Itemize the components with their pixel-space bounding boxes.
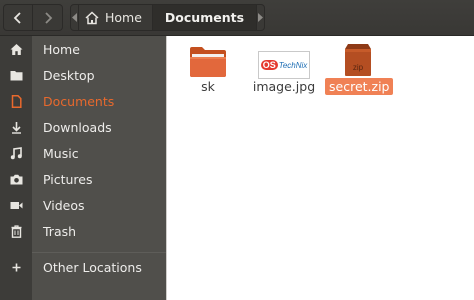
sidebar-divider: [32, 252, 166, 253]
home-icon: [0, 36, 32, 62]
sidebar-item-music[interactable]: Music: [0, 140, 166, 166]
chevron-left-icon: [13, 11, 21, 24]
breadcrumb-documents-label: Documents: [164, 10, 245, 25]
document-icon: [0, 88, 32, 114]
sidebar-item-label: Other Locations: [43, 259, 142, 275]
header-bar: Home Documents: [0, 0, 474, 36]
navigation-buttons: [3, 4, 63, 31]
back-button[interactable]: [3, 4, 33, 31]
file-name: sk: [201, 79, 215, 94]
archive-icon-label: zip: [353, 63, 364, 72]
sidebar-item-label: Documents: [43, 93, 115, 109]
home-icon: [85, 10, 99, 24]
sidebar: Home Desktop Documents Downloads Music P…: [0, 36, 166, 300]
video-icon: [0, 192, 32, 218]
folder-icon: [0, 62, 32, 88]
plus-icon: [0, 254, 32, 280]
sidebar-item-home[interactable]: Home: [0, 36, 166, 62]
file-item-secret-zip[interactable]: zip secret.zip: [325, 36, 394, 96]
file-item-sk[interactable]: sk: [175, 36, 241, 96]
file-name: secret.zip: [325, 78, 394, 95]
breadcrumb-home[interactable]: Home: [79, 4, 153, 31]
file-name: image.jpg: [252, 79, 316, 94]
breadcrumb-documents[interactable]: Documents: [152, 4, 258, 31]
triangle-left-icon: [72, 13, 77, 22]
sidebar-item-downloads[interactable]: Downloads: [0, 114, 166, 140]
sidebar-item-label: Trash: [43, 223, 77, 239]
image-thumbnail: OS TechNix: [258, 51, 310, 79]
path-scroll-left-button[interactable]: [70, 4, 79, 31]
breadcrumb: Home Documents: [70, 4, 266, 31]
sidebar-item-trash[interactable]: Trash: [0, 218, 166, 244]
sidebar-item-pictures[interactable]: Pictures: [0, 166, 166, 192]
sidebar-item-label: Home: [43, 41, 80, 57]
sidebar-item-label: Desktop: [43, 67, 95, 83]
sidebar-item-documents[interactable]: Documents: [0, 88, 166, 114]
sidebar-item-label: Music: [43, 145, 79, 161]
music-icon: [0, 140, 32, 166]
path-scroll-right-button[interactable]: [257, 4, 266, 31]
sidebar-item-label: Downloads: [43, 119, 112, 135]
camera-icon: [0, 166, 32, 192]
download-icon: [0, 114, 32, 140]
sidebar-item-other-locations[interactable]: Other Locations: [0, 254, 166, 280]
thumbnail-logo-mark: OS: [260, 60, 278, 70]
sidebar-item-label: Videos: [43, 197, 85, 213]
trash-icon: [0, 218, 32, 244]
forward-button[interactable]: [33, 4, 63, 31]
archive-icon: zip: [345, 44, 371, 76]
file-view[interactable]: sk OS TechNix image.jpg zip secret.zip: [167, 36, 474, 300]
thumbnail-logo-text: TechNix: [278, 60, 308, 70]
chevron-right-icon: [44, 11, 52, 24]
sidebar-item-label: Pictures: [43, 171, 93, 187]
triangle-right-icon: [258, 13, 264, 22]
sidebar-item-videos[interactable]: Videos: [0, 192, 166, 218]
file-item-image[interactable]: OS TechNix image.jpg: [251, 36, 317, 96]
folder-icon: [190, 47, 226, 77]
sidebar-item-desktop[interactable]: Desktop: [0, 62, 166, 88]
breadcrumb-home-label: Home: [105, 10, 142, 25]
